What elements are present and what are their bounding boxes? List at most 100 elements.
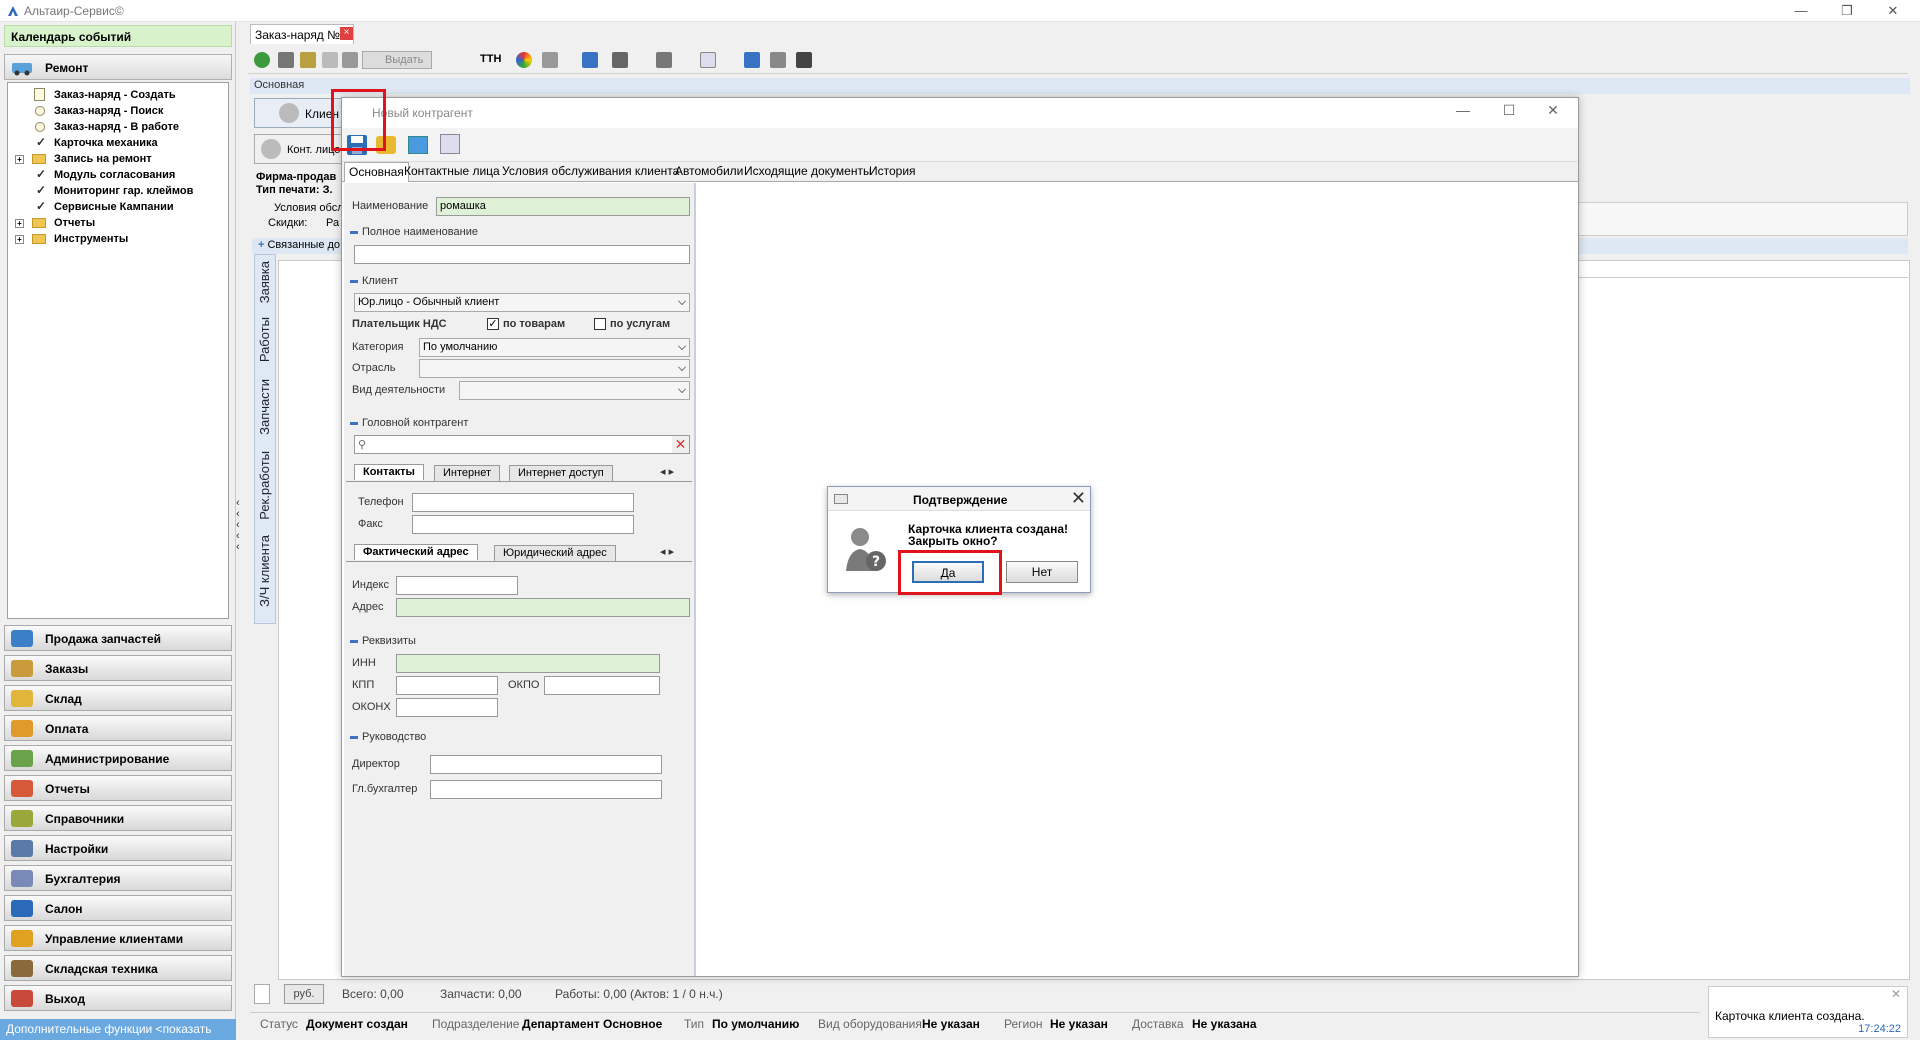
dialog-close-button[interactable]: ✕ [1538, 102, 1568, 120]
tab-zayavka[interactable]: Заявка [257, 261, 272, 303]
tab-zapchasti[interactable]: Запчасти [257, 379, 272, 435]
clear-icon[interactable]: ✕ [672, 436, 689, 453]
inn-input[interactable] [396, 654, 660, 673]
nds-goods-checkbox[interactable]: ✓ [487, 318, 499, 330]
nav-warehouse-equipment[interactable]: Складская техника [4, 955, 232, 981]
tree-item[interactable]: + Отчеты [8, 215, 228, 231]
notification-close-icon[interactable]: ✕ [1891, 987, 1901, 1001]
actual-address-tab[interactable]: Фактический адрес [354, 544, 478, 560]
tree-item[interactable]: + Запись на ремонт [8, 151, 228, 167]
contacts-tab[interactable]: Контакты [354, 464, 424, 480]
tabs-scroll-arrows[interactable]: ◂ ▸ [660, 465, 674, 478]
minimize-button[interactable]: — [1778, 0, 1824, 22]
image-icon[interactable] [408, 136, 428, 154]
refresh-icon[interactable] [254, 52, 270, 68]
activity-select[interactable] [459, 381, 690, 400]
fax-input[interactable] [412, 515, 634, 534]
tree-item[interactable]: ✓ Модуль согласования [8, 167, 228, 183]
close-tab-icon[interactable]: × [340, 27, 353, 40]
issue-button[interactable]: Выдать [362, 51, 432, 69]
tab-raboty[interactable]: Работы [257, 317, 272, 362]
tab-outgoing-docs[interactable]: Исходящие документы [744, 164, 872, 178]
internet-tab[interactable]: Интернет [434, 465, 500, 481]
director-input[interactable] [430, 755, 662, 774]
dialog-maximize-button[interactable]: ☐ [1494, 102, 1524, 120]
more-functions-link[interactable]: Дополнительные функции <показать [0, 1019, 236, 1040]
tab-zch-klienta[interactable]: З/Ч клиента [257, 535, 272, 607]
full-name-input[interactable] [354, 245, 690, 264]
confirm-close-icon[interactable]: ✕ [1071, 488, 1086, 509]
tree-item[interactable]: ✓ Карточка механика [8, 135, 228, 151]
close-app-button[interactable]: ✕ [1870, 0, 1916, 22]
nav-salon[interactable]: Салон [4, 895, 232, 921]
expand-icon[interactable]: + [15, 235, 24, 244]
tab-osnovnaya[interactable]: Основная [344, 162, 409, 182]
tree-item[interactable]: Заказ-наряд - Создать [8, 87, 228, 103]
car-settings-icon[interactable] [656, 52, 672, 68]
tree-item[interactable]: Заказ-наряд - В работе [8, 119, 228, 135]
color-wheel-icon[interactable] [516, 52, 532, 68]
section-main-header[interactable]: Основная [250, 78, 1910, 94]
edit-icon[interactable] [300, 52, 316, 68]
expand-icon[interactable]: + [15, 155, 24, 164]
category-select[interactable]: По умолчанию [419, 338, 690, 357]
window-icon[interactable] [770, 52, 786, 68]
section-remont-header[interactable]: Ремонт [4, 54, 232, 80]
folder-open-icon[interactable] [342, 52, 358, 68]
no-button[interactable]: Нет [1006, 561, 1078, 583]
phone-input[interactable] [412, 493, 634, 512]
accountant-input[interactable] [430, 780, 662, 799]
nav-client-management[interactable]: Управление клиентами [4, 925, 232, 951]
index-input[interactable] [396, 576, 518, 595]
dialog-minimize-button[interactable]: — [1448, 102, 1478, 120]
kpp-input[interactable] [396, 676, 498, 695]
name-input[interactable]: ромашка [436, 197, 690, 216]
nav-references[interactable]: Справочники [4, 805, 232, 831]
chart-icon[interactable] [744, 52, 760, 68]
tab-history[interactable]: История [869, 164, 916, 178]
restore-button[interactable]: ❐ [1824, 0, 1870, 22]
head-contractor-input[interactable]: ⚲ [354, 435, 690, 454]
tree-item[interactable]: ✓ Мониторинг гар. клеймов [8, 183, 228, 199]
tree-item[interactable]: ✓ Сервисные Кампании [8, 199, 228, 215]
tab-cars[interactable]: Автомобили [675, 164, 743, 178]
print-icon[interactable] [542, 52, 558, 68]
okonh-input[interactable] [396, 698, 498, 717]
nav-parts-sales[interactable]: Продажа запчастей [4, 625, 232, 651]
nav-reports[interactable]: Отчеты [4, 775, 232, 801]
nav-payment[interactable]: Оплата [4, 715, 232, 741]
client-type-select[interactable]: Юр.лицо - Обычный клиент [354, 293, 690, 312]
table-icon[interactable] [582, 52, 598, 68]
nds-services-checkbox[interactable] [594, 318, 606, 330]
people-icon[interactable] [612, 52, 628, 68]
mail-icon[interactable] [700, 52, 716, 68]
tree-item[interactable]: + Инструменты [8, 231, 228, 247]
legal-address-tab[interactable]: Юридический адрес [494, 545, 616, 561]
document-help-icon[interactable] [440, 134, 460, 154]
forward-icon[interactable] [322, 52, 338, 68]
industry-select[interactable] [419, 359, 690, 378]
nav-admin[interactable]: Администрирование [4, 745, 232, 771]
internet-access-tab[interactable]: Интернет доступ [509, 465, 613, 481]
contact-person-button[interactable]: Конт. лицо [254, 134, 342, 164]
address-input[interactable] [396, 598, 690, 617]
tab-contact-persons[interactable]: Контактные лица [404, 164, 500, 178]
tree-item[interactable]: Заказ-наряд - Поиск [8, 103, 228, 119]
trash-icon[interactable] [278, 52, 294, 68]
client-button[interactable]: Клиен [254, 98, 342, 128]
nav-warehouse[interactable]: Склад [4, 685, 232, 711]
nav-exit[interactable]: Выход [4, 985, 232, 1011]
expand-icon[interactable]: + [15, 219, 24, 228]
currency-button[interactable]: руб. [284, 984, 324, 1004]
calendar-button[interactable]: Календарь событий [4, 25, 232, 47]
document-tab[interactable]: Заказ-наряд №5 [250, 24, 354, 44]
nav-accounting[interactable]: Бухгалтерия [4, 865, 232, 891]
tab-rek-raboty[interactable]: Рек.работы [257, 451, 272, 520]
nav-orders[interactable]: Заказы [4, 655, 232, 681]
qr-icon[interactable] [796, 52, 812, 68]
tab-service-conditions[interactable]: Условия обслуживания клиента [502, 164, 679, 178]
nav-settings[interactable]: Настройки [4, 835, 232, 861]
tabs-scroll-arrows[interactable]: ◂ ▸ [660, 545, 674, 558]
okpo-input[interactable] [544, 676, 660, 695]
ttn-button[interactable]: ТТН [480, 53, 501, 65]
